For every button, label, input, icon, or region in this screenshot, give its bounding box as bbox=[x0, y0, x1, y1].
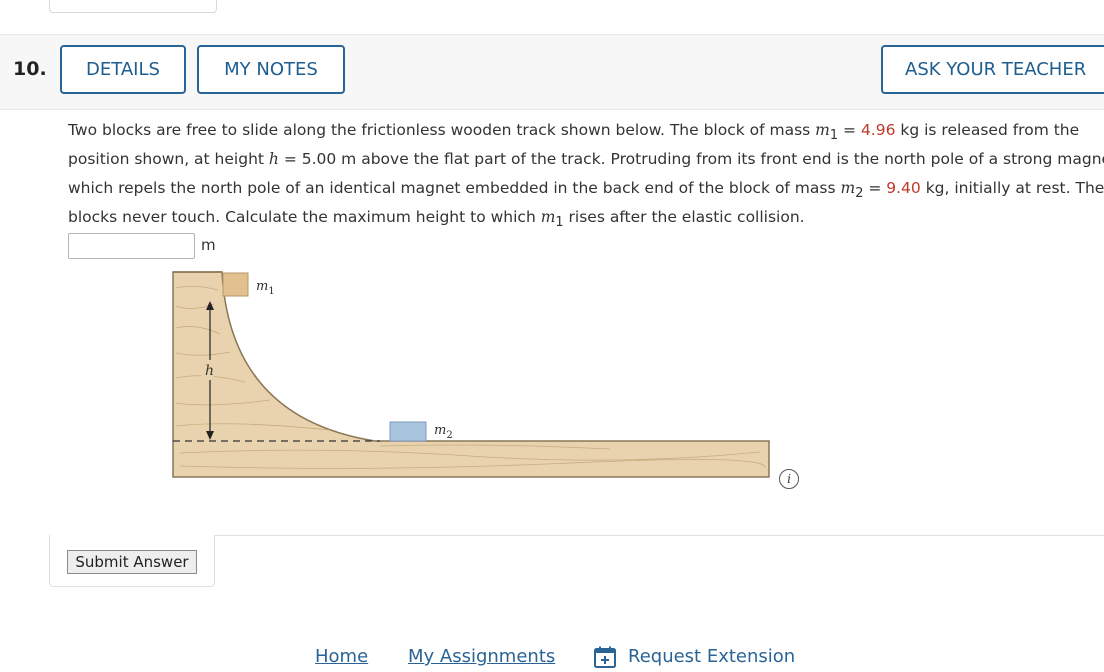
home-link[interactable]: Home bbox=[315, 646, 368, 667]
my-assignments-link[interactable]: My Assignments bbox=[408, 646, 555, 667]
panel-divider bbox=[215, 535, 1104, 536]
question-line-4: blocks never touch. Calculate the maximu… bbox=[68, 208, 805, 231]
wooden-track bbox=[172, 271, 770, 478]
calendar-plus-icon[interactable] bbox=[593, 645, 617, 669]
m2-value: 9.40 bbox=[886, 179, 921, 197]
height-label: h bbox=[205, 363, 214, 379]
m1-value: 4.96 bbox=[860, 121, 896, 139]
block-m1 bbox=[222, 272, 249, 297]
track-figure: h m1 m2 bbox=[172, 271, 770, 478]
m2-figure-label: m2 bbox=[434, 423, 453, 441]
details-button[interactable]: DETAILS bbox=[60, 45, 186, 94]
question-line-1: Two blocks are free to slide along the f… bbox=[68, 121, 1080, 144]
answer-unit: m bbox=[201, 236, 216, 254]
ask-your-teacher-button[interactable]: ASK YOUR TEACHER bbox=[881, 45, 1104, 94]
m1-figure-label: m1 bbox=[256, 279, 275, 297]
submit-answer-button[interactable]: Submit Answer bbox=[67, 550, 197, 574]
request-extension-link[interactable]: Request Extension bbox=[628, 646, 795, 667]
previous-answer-panel bbox=[49, 0, 217, 13]
info-icon[interactable]: i bbox=[779, 469, 799, 489]
answer-input[interactable] bbox=[68, 233, 195, 259]
question-line-3: which repels the north pole of an identi… bbox=[68, 179, 1104, 202]
question-line-2: position shown, at height h = 5.00 m abo… bbox=[68, 150, 1104, 168]
question-number: 10. bbox=[13, 58, 47, 80]
question-text: Two blocks are free to slide along the f… bbox=[68, 116, 1104, 232]
block-m2 bbox=[389, 421, 427, 442]
my-notes-button[interactable]: MY NOTES bbox=[197, 45, 345, 94]
